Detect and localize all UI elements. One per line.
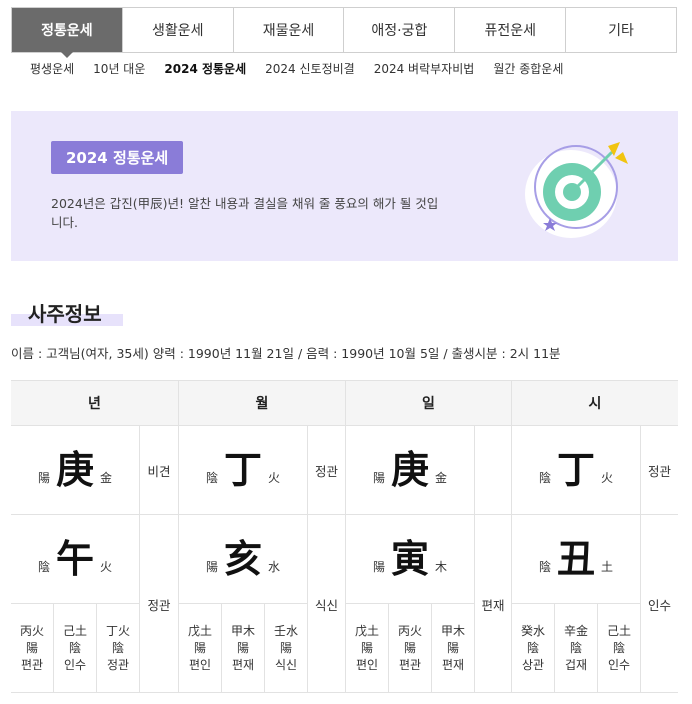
birth-info: 이름 : 고객님(여자, 35세) 양력 : 1990년 11월 21일 / 음… <box>11 346 561 361</box>
hidden-stem: 丁火陰 정관 <box>96 604 139 693</box>
pillar-head: 년 <box>11 381 178 426</box>
sub-tab-2024-jeongtong[interactable]: 2024 정통운세 <box>164 60 246 77</box>
pillar-day: 일 陽 庚 金 陽 寅 木 戊土陽 편인 丙火陽 편관 甲木陽 편재 편재 <box>345 381 511 693</box>
branch-ten-god: 편재 <box>481 597 505 613</box>
branch-ten-god: 인수 <box>647 597 671 613</box>
branch-char: 午 <box>55 536 94 581</box>
pillar-hour: 시 陰 丁 火 陰 丑 土 癸水陰 상관 辛金陰 겁재 己土陰 인수 정관 인수 <box>511 381 678 693</box>
yinyang: 陽 <box>372 559 385 574</box>
branch-ten-god: 식신 <box>314 597 338 613</box>
element: 木 <box>435 559 448 574</box>
yinyang: 陽 <box>37 470 50 485</box>
earthly-branch-cell: 陽 亥 水 <box>179 515 307 604</box>
element: 水 <box>268 559 281 574</box>
stem-ten-god <box>475 426 511 515</box>
element: 火 <box>601 470 614 485</box>
table-bottom-border <box>11 692 678 693</box>
stem-ten-god: 정관 <box>308 426 345 515</box>
sub-tab-lifetime[interactable]: 평생운세 <box>30 60 74 77</box>
stem-char: 丁 <box>556 447 595 492</box>
hidden-stems-row: 戊土陽 편인 甲木陽 편재 壬水陽 식신 <box>179 604 307 693</box>
sub-tab-2024-tojeong[interactable]: 2024 신토정비결 <box>265 60 355 77</box>
sub-tab-monthly[interactable]: 월간 종합운세 <box>493 60 563 77</box>
element: 火 <box>268 470 281 485</box>
element: 金 <box>435 470 448 485</box>
pillar-month: 월 陰 丁 火 陽 亥 水 戊土陽 편인 甲木陽 편재 壬水陽 식신 정관 식신 <box>178 381 345 693</box>
stem-char: 庚 <box>390 447 429 492</box>
banner-description: 2024년은 갑진(甲辰)년! 알찬 내용과 결실을 채워 줄 풍요의 해가 될… <box>51 196 439 230</box>
tab-life[interactable]: 생활운세 <box>121 8 233 52</box>
element: 火 <box>100 559 113 574</box>
yinyang: 陰 <box>205 470 218 485</box>
hidden-stem: 己土陰 인수 <box>53 604 96 693</box>
hidden-stem: 癸水陰 상관 <box>520 624 545 672</box>
branch-char: 丑 <box>556 536 595 581</box>
branch-char: 亥 <box>223 536 262 581</box>
ten-god-column: 정관 인수 <box>640 426 678 693</box>
heavenly-stem-cell: 陰 丁 火 <box>512 426 640 515</box>
yinyang: 陰 <box>538 470 551 485</box>
hidden-stem: 丙火陽 편관 <box>19 624 44 672</box>
yinyang: 陽 <box>205 559 218 574</box>
sub-tab-bar: 평생운세 10년 대운 2024 정통운세 2024 신토정비결 2024 벼락… <box>30 60 563 77</box>
hidden-stem: 甲木陽 편재 <box>431 604 474 693</box>
hidden-stems-row: 丙火陽 편관 己土陰 인수 丁火陰 정관 <box>11 604 139 693</box>
tab-fusion[interactable]: 퓨전운세 <box>454 8 566 52</box>
yinyang: 陰 <box>37 559 50 574</box>
hidden-stems-row: 癸水陰 상관 辛金陰 겁재 己土陰 인수 <box>512 604 640 693</box>
yinyang: 陽 <box>372 470 385 485</box>
element: 金 <box>100 470 113 485</box>
sub-tab-10year[interactable]: 10년 대운 <box>93 60 145 77</box>
hidden-stem: 辛金陰 겁재 <box>554 604 597 693</box>
banner-badge: 2024 정통운세 <box>51 141 184 174</box>
branch-ten-god: 정관 <box>147 597 171 613</box>
banner: 2024 정통운세 2024년은 갑진(甲辰)년! 알찬 내용과 결실을 채워 … <box>11 111 678 261</box>
element: 土 <box>601 559 614 574</box>
pillar-head: 시 <box>512 381 678 426</box>
hidden-stem: 甲木陽 편재 <box>221 604 264 693</box>
pillar-head: 일 <box>346 381 511 426</box>
tab-wealth[interactable]: 재물운세 <box>232 8 344 52</box>
hidden-stem: 壬水陽 식신 <box>264 604 307 693</box>
tab-jeongtong[interactable]: 정통운세 <box>12 8 122 58</box>
pillar-head: 월 <box>179 381 345 426</box>
hidden-stem: 己土陰 인수 <box>597 604 640 693</box>
ten-god-column: 정관 식신 <box>307 426 345 693</box>
hidden-stem: 戊土陽 편인 <box>354 624 379 672</box>
earthly-branch-cell: 陽 寅 木 <box>346 515 474 604</box>
heavenly-stem-cell: 陰 丁 火 <box>179 426 307 515</box>
heavenly-stem-cell: 陽 庚 金 <box>11 426 139 515</box>
stem-char: 庚 <box>55 447 94 492</box>
heavenly-stem-cell: 陽 庚 金 <box>346 426 474 515</box>
tab-love[interactable]: 애정·궁합 <box>343 8 455 52</box>
earthly-branch-cell: 陰 丑 土 <box>512 515 640 604</box>
ten-god-column: 비견 정관 <box>139 426 178 693</box>
sub-tab-2024-rich[interactable]: 2024 벼락부자비법 <box>374 60 475 77</box>
hidden-stem: 戊土陽 편인 <box>187 624 212 672</box>
yinyang: 陰 <box>538 559 551 574</box>
main-tab-bar: 정통운세 생활운세 재물운세 애정·궁합 퓨전운세 기타 <box>11 7 677 58</box>
target-arrow-icon <box>525 142 628 238</box>
pillar-year: 년 陽 庚 金 陰 午 火 丙火陽 편관 己土陰 인수 丁火陰 정관 비견 정관 <box>11 381 178 693</box>
earthly-branch-cell: 陰 午 火 <box>11 515 139 604</box>
stem-char: 丁 <box>223 447 262 492</box>
stem-ten-god: 비견 <box>140 426 178 515</box>
branch-char: 寅 <box>390 536 429 581</box>
hidden-stems-row: 戊土陽 편인 丙火陽 편관 甲木陽 편재 <box>346 604 474 693</box>
hidden-stem: 丙火陽 편관 <box>388 604 431 693</box>
ten-god-column: 편재 <box>474 426 511 693</box>
section-heading: 사주정보 <box>11 298 123 326</box>
stem-ten-god: 정관 <box>641 426 678 515</box>
saju-table: 년 陽 庚 金 陰 午 火 丙火陽 편관 己土陰 인수 丁火陰 정관 비견 정관 월 <box>11 380 678 693</box>
section-title: 사주정보 <box>28 302 102 326</box>
tab-etc[interactable]: 기타 <box>565 8 676 52</box>
